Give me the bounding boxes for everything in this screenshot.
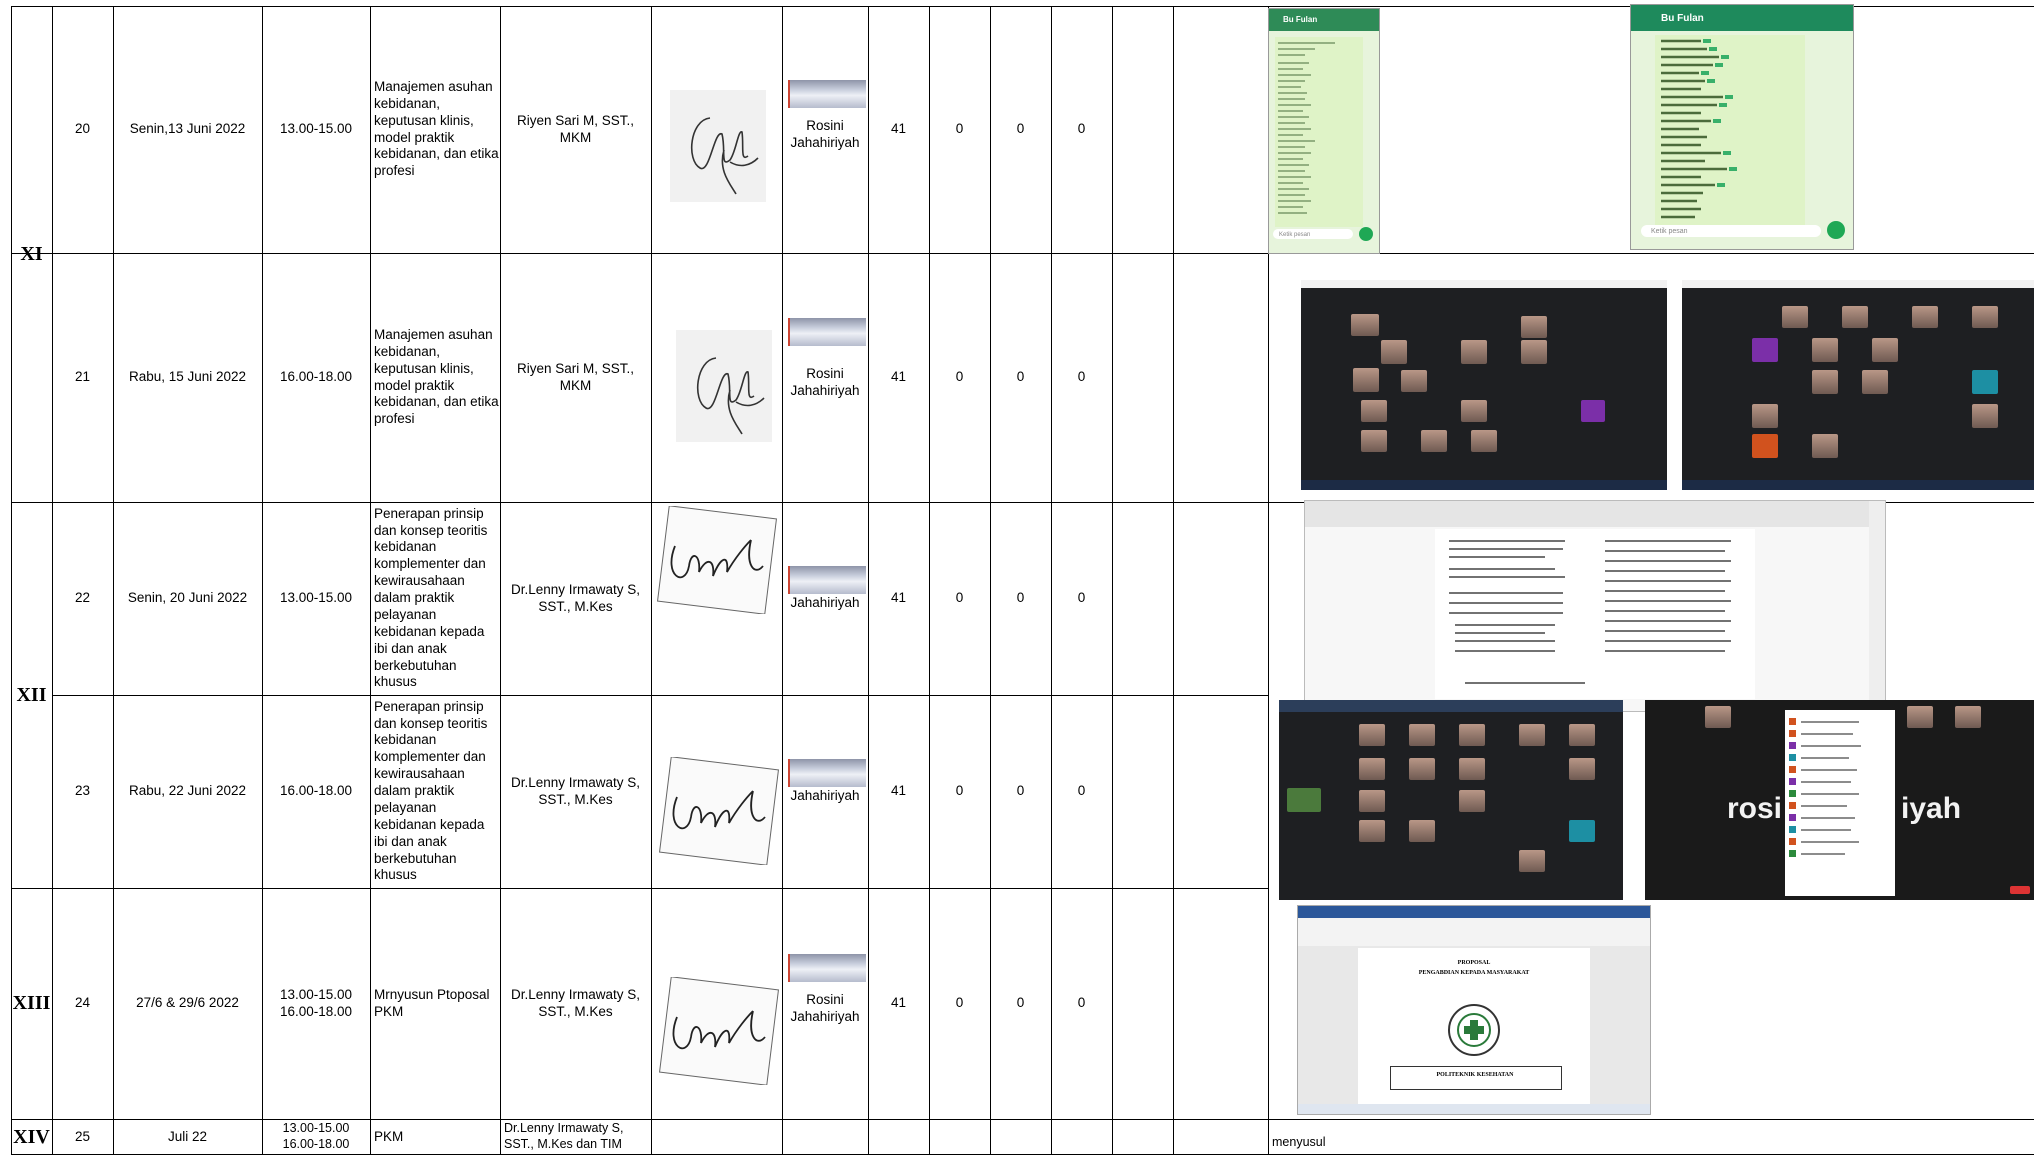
date-cell: Senin, 20 Juni 2022 (127, 590, 248, 606)
witness-stamp-image (788, 759, 866, 787)
time-cell: 16.00-18.00 (279, 369, 353, 385)
participants-list (1789, 718, 1861, 857)
time-cell: 13.00-15.00 (279, 121, 353, 137)
witness-stamp-image (788, 954, 866, 982)
count-cell: 41 (890, 121, 907, 137)
doc-box-text: POLITEKNIK KESEHATAN (1436, 1072, 1514, 1078)
count-cell: 0 (1016, 783, 1025, 799)
chat-input-placeholder: Ketik pesan (1651, 228, 1688, 235)
lecturer-cell: Dr.Lenny Irmawaty S, SST., M.Kes dan TIM (504, 1121, 624, 1151)
whatsapp-screenshot: Bu Fulan Ketik pesan (1268, 8, 1380, 254)
count-cell: 41 (890, 590, 907, 606)
count-cell: 0 (955, 590, 964, 606)
count-cell: 0 (955, 783, 964, 799)
witness-stamp-image (788, 318, 866, 346)
count-cell: 0 (1016, 590, 1025, 606)
chat-messages (1275, 37, 1363, 227)
date-cell: 27/6 & 29/6 2022 (136, 995, 239, 1011)
speaker-name-left: rosi (1727, 792, 1783, 825)
doc-heading: PROPOSAL (1457, 960, 1491, 966)
date-cell: Rabu, 22 Juni 2022 (128, 783, 247, 799)
witness-cell: Jahahiriyah (790, 595, 860, 611)
topic-cell: Penerapan prinsip dan konsep teoritis ke… (374, 505, 488, 690)
count-cell: 41 (890, 783, 907, 799)
group-label: XIII (12, 992, 51, 1014)
date-cell: Senin,13 Juni 2022 (129, 121, 246, 137)
witness-stamp-image (788, 80, 866, 108)
group-label: XI (20, 242, 43, 265)
count-cell: 0 (1077, 590, 1086, 606)
chat-title: Bu Fulan (1283, 15, 1318, 24)
time-cell: 13.00-15.00 16.00-18.00 (279, 986, 353, 1019)
topic-cell: Manajemen asuhan kebidanan, keputusan kl… (374, 78, 499, 179)
count-cell: 0 (1016, 121, 1025, 137)
count-cell: 41 (890, 369, 907, 385)
witness-cell: Jahahiriyah (790, 788, 860, 804)
count-cell: 0 (955, 995, 964, 1011)
chat-messages (1655, 35, 1805, 225)
signature-image (656, 506, 778, 614)
pdf-document-screenshot (1304, 500, 1886, 712)
lecturer-cell: Dr.Lenny Irmawaty S, SST., M.Kes (510, 986, 641, 1019)
lecturer-cell: Dr.Lenny Irmawaty S, SST., M.Kes (510, 581, 641, 614)
count-cell: 41 (890, 995, 907, 1011)
signature-image (670, 90, 766, 202)
signature-image (658, 757, 780, 865)
group-label: XII (16, 683, 47, 706)
zoom-meeting-screenshot (1682, 280, 2034, 490)
topic-cell: Penerapan prinsip dan konsep teoritis ke… (374, 698, 488, 883)
chat-input-placeholder: Ketik pesan (1279, 232, 1311, 238)
zoom-meeting-screenshot (1279, 700, 1623, 900)
topic-cell: Manajemen asuhan kebidanan, keputusan kl… (374, 326, 499, 427)
zoom-speaker-screenshot: rosi iyah (1645, 700, 2034, 900)
row-number: 22 (74, 590, 91, 606)
row-number: 20 (74, 121, 91, 137)
row-number: 25 (74, 1128, 91, 1144)
date-cell: Juli 22 (167, 1128, 208, 1144)
lecturer-cell: Dr.Lenny Irmawaty S, SST., M.Kes (510, 774, 641, 807)
witness-cell: Rosini Jahahiriyah (790, 365, 860, 398)
time-cell: 13.00-15.00 (279, 590, 353, 606)
topic-cell: PKM (374, 1128, 404, 1144)
count-cell: 0 (955, 121, 964, 137)
topic-cell: Mrnyusun Ptoposal PKM (374, 986, 490, 1019)
count-cell: 0 (1077, 121, 1086, 137)
whatsapp-screenshot: Bu Fulan Ketik pesan (1630, 4, 1854, 250)
row-number: 23 (74, 783, 91, 799)
evidence-note: menyusul (1272, 1134, 1326, 1149)
count-cell: 0 (1077, 369, 1086, 385)
signature-image (658, 977, 780, 1085)
witness-cell: Rosini Jahahiriyah (790, 991, 860, 1024)
count-cell: 0 (1016, 369, 1025, 385)
count-cell: 0 (1077, 995, 1086, 1011)
leave-button (2010, 886, 2030, 894)
count-cell: 0 (1077, 783, 1086, 799)
chat-title: Bu Fulan (1661, 13, 1704, 24)
row-number: 24 (74, 995, 91, 1011)
row-number: 21 (74, 369, 91, 385)
count-cell: 0 (955, 369, 964, 385)
date-cell: Rabu, 15 Juni 2022 (128, 369, 247, 385)
send-icon (1827, 221, 1845, 239)
count-cell: 0 (1016, 995, 1025, 1011)
zoom-meeting-screenshot (1301, 280, 1667, 490)
mic-icon (1359, 227, 1373, 241)
document-text-lines (1449, 540, 1731, 684)
signature-image (676, 330, 772, 442)
time-cell: 16.00-18.00 (279, 783, 353, 799)
time-cell: 13.00-15.00 16.00-18.00 (282, 1121, 350, 1151)
witness-cell: Rosini Jahahiriyah (790, 117, 860, 150)
institution-logo (1448, 1004, 1500, 1056)
word-document-screenshot: PROPOSAL PENGABDIAN KEPADA MASYARAKAT PO… (1297, 905, 1651, 1115)
lecturer-cell: Riyen Sari M, SST., MKM (516, 360, 635, 393)
lecturer-cell: Riyen Sari M, SST., MKM (516, 112, 635, 145)
doc-heading: PENGABDIAN KEPADA MASYARAKAT (1418, 970, 1530, 976)
witness-stamp-image (788, 566, 866, 594)
group-label: XIV (13, 1125, 50, 1148)
speaker-name-right: iyah (1901, 792, 1962, 825)
